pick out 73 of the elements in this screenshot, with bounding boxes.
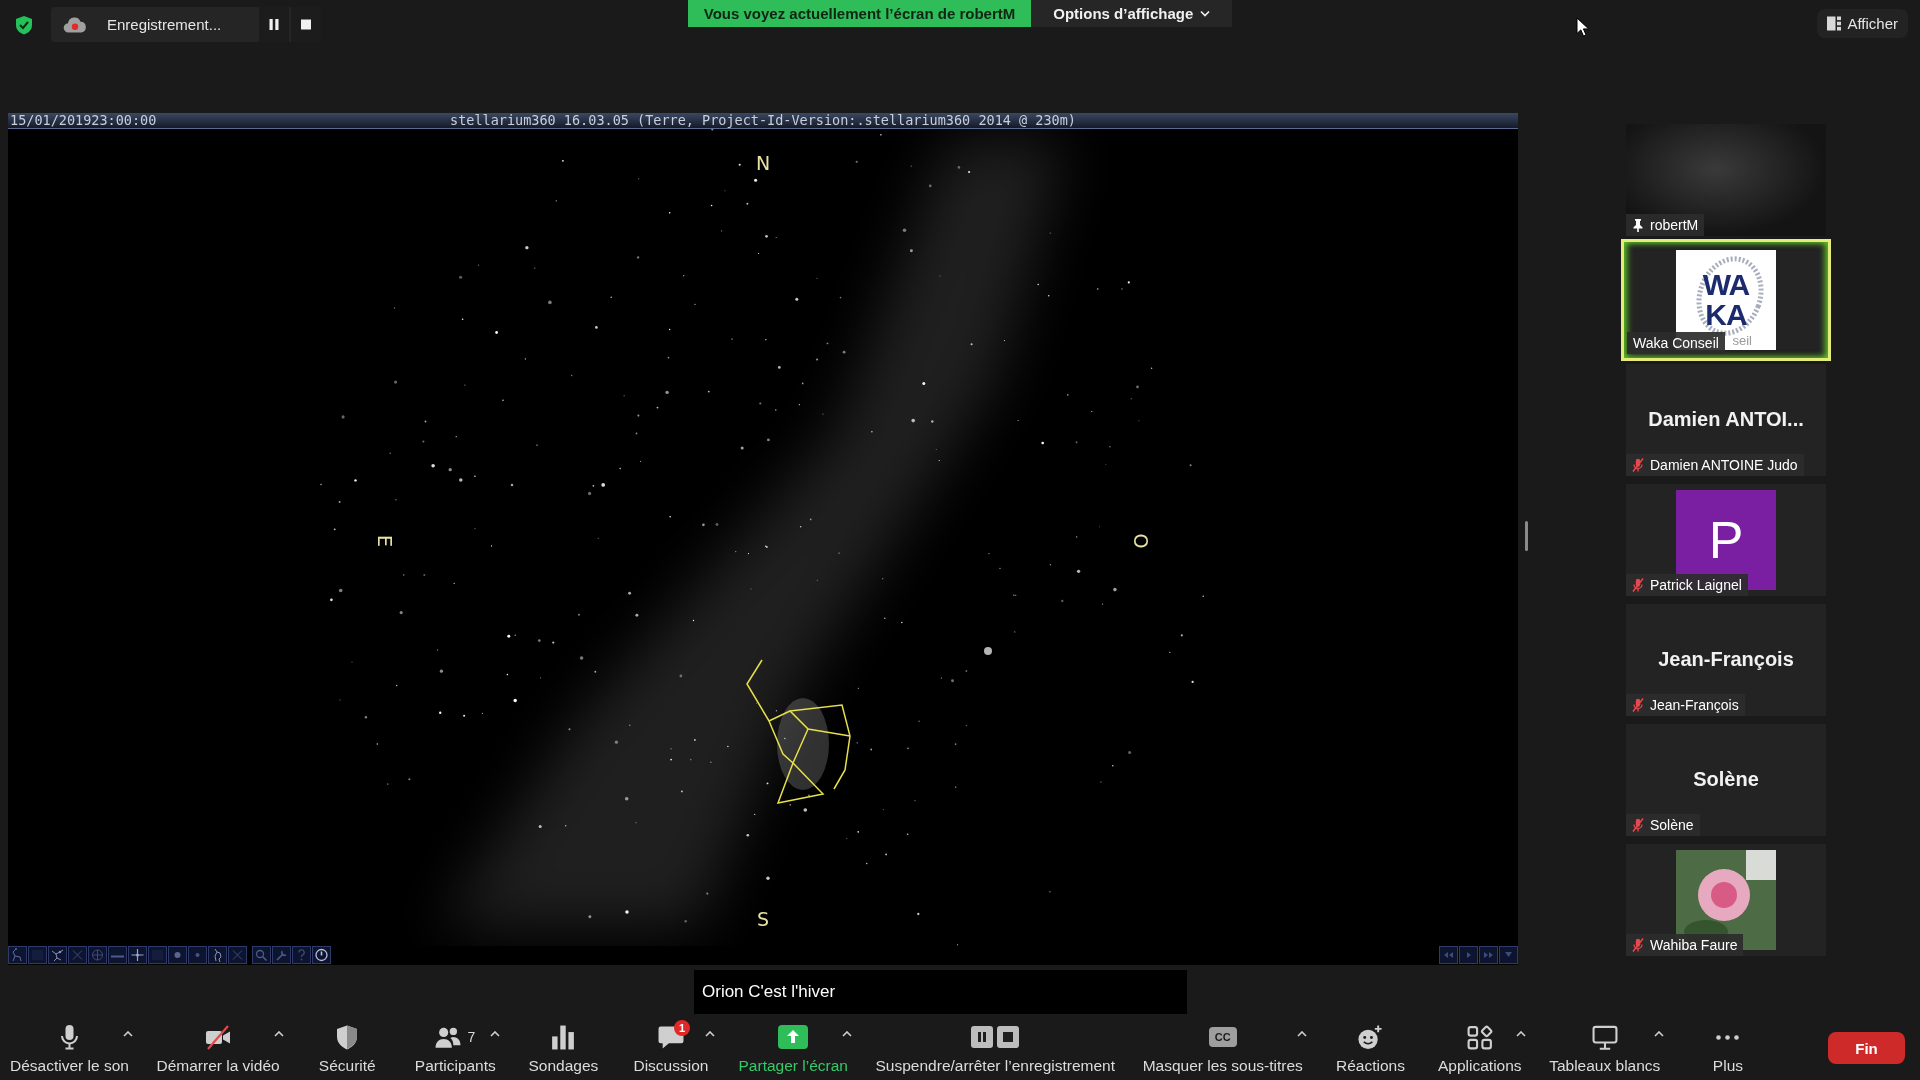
caret-up-icon[interactable] bbox=[489, 1031, 500, 1037]
participant-name: Solène bbox=[1650, 817, 1694, 833]
app-title: stellarium360 16.03.05 (Terre, Project-Id-Version:.stellarium360 2014 @ 230m) bbox=[450, 113, 1076, 128]
participant-name: Waka Conseil bbox=[1633, 335, 1719, 351]
compass-letter: E bbox=[374, 535, 394, 547]
participant-name: Wahiba Faure bbox=[1650, 937, 1738, 953]
show-panel-button[interactable]: Afficher bbox=[1817, 9, 1908, 38]
cloud-record-icon bbox=[63, 15, 87, 34]
compass-cross-icon[interactable] bbox=[128, 946, 147, 964]
recording-control-button[interactable]: Suspendre/arrêter l’enregistrement bbox=[867, 1016, 1124, 1080]
participant-display-name: Jean-François bbox=[1658, 647, 1794, 672]
more-button[interactable]: Plus bbox=[1679, 1016, 1776, 1080]
camera-off-icon bbox=[205, 1024, 232, 1050]
sharing-banner: Vous voyez actuellement l’écran de robertM bbox=[687, 0, 1032, 27]
bar-chart-icon bbox=[550, 1024, 577, 1050]
caret-up-icon[interactable] bbox=[841, 1031, 852, 1037]
shield-check-icon[interactable] bbox=[15, 14, 33, 35]
mouse-pointer-icon bbox=[1576, 17, 1589, 37]
figure-icon[interactable] bbox=[48, 946, 67, 964]
caret-up-icon[interactable] bbox=[273, 1031, 284, 1037]
constellation-lines-icon[interactable] bbox=[8, 946, 27, 964]
live-caption: Orion C'est l'hiver bbox=[694, 970, 1187, 1014]
apps-button[interactable]: Applications bbox=[1430, 1016, 1530, 1080]
monitor-icon bbox=[1591, 1024, 1618, 1050]
logo-tagline: seil bbox=[1732, 334, 1752, 348]
power-icon[interactable] bbox=[312, 946, 331, 964]
mute-button[interactable]: Désactiver le son bbox=[2, 1016, 137, 1080]
participant-count: 7 bbox=[467, 1029, 476, 1045]
smiley-plus-icon bbox=[1357, 1024, 1384, 1050]
participant-name: robertM bbox=[1650, 217, 1699, 233]
participant-name: Patrick Laignel bbox=[1650, 577, 1742, 593]
caret-up-icon[interactable] bbox=[1296, 1031, 1307, 1037]
pause-icon bbox=[269, 19, 279, 30]
caret-up-icon[interactable] bbox=[704, 1031, 715, 1037]
apps-icon bbox=[1466, 1024, 1493, 1050]
notification-badge: 1 bbox=[673, 1020, 690, 1036]
pause-icon bbox=[971, 1026, 994, 1048]
more-dots-icon bbox=[1716, 1034, 1740, 1040]
participant-name: Jean-François bbox=[1650, 697, 1739, 713]
search-icon[interactable] bbox=[252, 946, 271, 964]
compass-letter: N bbox=[755, 153, 771, 173]
end-meeting-button[interactable]: Fin bbox=[1828, 1032, 1905, 1064]
participants-button[interactable]: 7 Participants bbox=[406, 1016, 504, 1080]
caret-up-icon[interactable] bbox=[122, 1031, 133, 1037]
stop-icon bbox=[997, 1026, 1020, 1048]
chat-button[interactable]: 1 Discussion bbox=[622, 1016, 719, 1080]
compass-letter: O bbox=[1131, 533, 1151, 549]
panel-icon bbox=[1827, 16, 1842, 31]
date-time: 15/01/201923:00:00 bbox=[10, 113, 158, 128]
microphone-icon bbox=[60, 1024, 78, 1050]
whiteboards-button[interactable]: Tableaux blancs bbox=[1541, 1016, 1669, 1080]
security-button[interactable]: Sécurité bbox=[299, 1016, 396, 1080]
closed-captions-icon: CC bbox=[1208, 1027, 1237, 1047]
stop-icon bbox=[301, 19, 311, 30]
polls-button[interactable]: Sondages bbox=[515, 1016, 612, 1080]
chevron-down-icon bbox=[1200, 10, 1211, 17]
compass-letter: S bbox=[756, 909, 770, 929]
participant-display-name: Solène bbox=[1693, 767, 1759, 792]
view-options-button[interactable]: Options d’affichage bbox=[1031, 0, 1233, 27]
figure-icon[interactable] bbox=[208, 946, 227, 964]
recording-label: Enregistrement... bbox=[107, 16, 223, 33]
logo-text: WA bbox=[1702, 270, 1750, 300]
start-video-button[interactable]: Démarrer la vidéo bbox=[148, 1016, 288, 1080]
caret-up-icon[interactable] bbox=[1654, 1031, 1665, 1037]
captions-button[interactable]: CC Masquer les sous-titres bbox=[1134, 1016, 1311, 1080]
logo-text: KA bbox=[1705, 300, 1747, 330]
wrench-icon[interactable] bbox=[272, 946, 291, 964]
share-screen-button[interactable]: Partager l’écran bbox=[730, 1016, 856, 1080]
resize-handle[interactable] bbox=[1524, 521, 1528, 551]
participant-name: Damien ANTOINE Judo bbox=[1650, 457, 1798, 473]
participant-display-name: Damien ANTOI... bbox=[1648, 407, 1804, 432]
reactions-button[interactable]: Réactions bbox=[1322, 1016, 1419, 1080]
caret-up-icon[interactable] bbox=[1515, 1031, 1526, 1037]
